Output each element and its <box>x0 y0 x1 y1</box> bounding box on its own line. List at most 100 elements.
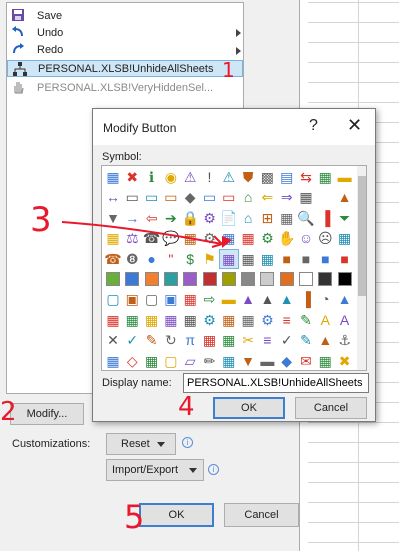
symbol-cell-icon[interactable]: ▦ <box>181 311 199 329</box>
symbol-cell-icon[interactable]: ▦ <box>143 352 161 370</box>
symbol-cell-icon[interactable]: ⛊ <box>239 168 257 186</box>
symbol-cell-icon[interactable]: 🔍 <box>297 209 315 227</box>
symbol-cell-icon[interactable]: ▼ <box>104 209 122 227</box>
symbol-cell-icon[interactable] <box>239 270 257 288</box>
symbol-cell-icon[interactable]: ▦ <box>104 352 122 370</box>
symbol-cell-icon[interactable]: ▦ <box>220 311 238 329</box>
symbol-cell-icon[interactable]: ⇨ <box>201 290 219 308</box>
modify-button[interactable]: Modify... <box>10 403 84 425</box>
symbol-cell-icon[interactable] <box>220 270 238 288</box>
symbol-cell-icon[interactable]: ✉ <box>297 352 315 370</box>
symbol-cell-icon[interactable]: ◆ <box>181 188 199 206</box>
dialog-ok-button[interactable]: OK <box>213 397 285 419</box>
symbol-cell-icon[interactable] <box>278 270 296 288</box>
symbol-cell-icon[interactable] <box>316 270 334 288</box>
symbol-cell-icon[interactable]: ▩ <box>258 168 276 186</box>
info-icon[interactable]: i <box>182 437 193 448</box>
symbol-cell-icon[interactable]: ✕ <box>104 331 122 349</box>
import-export-dropdown-button[interactable]: Import/Export <box>106 459 204 481</box>
symbol-cell-icon[interactable]: ❽ <box>123 250 141 268</box>
symbol-cell-icon[interactable]: ⇆ <box>297 168 315 186</box>
symbol-cell-icon[interactable]: ⚙ <box>258 311 276 329</box>
symbol-cell-icon[interactable]: ▣ <box>123 290 141 308</box>
symbol-cell-icon[interactable]: 📄 <box>220 209 238 227</box>
symbol-cell-icon[interactable] <box>162 270 180 288</box>
symbol-cell-icon[interactable]: ▦ <box>220 352 238 370</box>
symbol-cell-icon[interactable]: ⏷ <box>336 209 354 227</box>
symbol-cell-icon[interactable]: ▭ <box>162 188 180 206</box>
info-icon[interactable]: i <box>208 464 219 475</box>
symbol-cell-icon[interactable]: ⚓ <box>336 331 354 349</box>
symbol-cell-icon[interactable]: ≡ <box>258 331 276 349</box>
symbol-cell-icon[interactable]: ▤ <box>278 168 296 186</box>
list-item[interactable]: Undo <box>7 24 243 41</box>
symbol-cell-icon[interactable]: ▦ <box>181 229 199 247</box>
symbol-cell-icon[interactable]: ⚙ <box>201 209 219 227</box>
symbol-cell-icon[interactable]: ≡ <box>278 311 296 329</box>
symbol-cell-icon[interactable]: ■ <box>278 250 296 268</box>
symbol-cell-icon[interactable]: ✋ <box>278 229 296 247</box>
symbol-cell-icon[interactable] <box>201 270 219 288</box>
symbol-cell-icon[interactable]: ⚑ <box>201 250 219 268</box>
symbol-cell-icon[interactable]: ✂ <box>239 331 257 349</box>
symbol-cell-icon[interactable]: ▐ <box>297 290 315 308</box>
display-name-input[interactable] <box>183 373 369 393</box>
symbol-cell-icon[interactable]: ⚖ <box>123 229 141 247</box>
symbol-cell-icon[interactable]: A <box>316 311 334 329</box>
symbol-cell-icon[interactable] <box>316 188 334 206</box>
symbol-cell-icon[interactable]: ▦ <box>316 352 334 370</box>
symbol-cell-icon[interactable]: ⊞ <box>258 209 276 227</box>
symbol-cell-icon[interactable]: ⚙ <box>201 229 219 247</box>
symbol-cell-icon[interactable]: ⇦ <box>143 209 161 227</box>
symbol-cell-icon[interactable]: ▱ <box>181 352 199 370</box>
symbol-cell-icon[interactable]: ▲ <box>258 290 276 308</box>
options-cancel-button[interactable]: Cancel <box>224 503 299 527</box>
symbol-cell-icon[interactable]: ▲ <box>336 290 354 308</box>
symbol-cell-icon[interactable] <box>297 270 315 288</box>
symbol-cell-icon[interactable]: ■ <box>336 250 354 268</box>
symbol-cell-icon[interactable]: ⚠ <box>220 168 238 186</box>
symbol-cell-icon[interactable]: ! <box>201 168 219 186</box>
symbol-cell-icon[interactable]: ▦ <box>239 311 257 329</box>
list-item-selected[interactable]: PERSONAL.XLSB!UnhideAllSheets <box>7 60 243 77</box>
symbol-cell-icon[interactable]: ▦ <box>220 229 238 247</box>
symbol-cell-icon[interactable]: ◉ <box>162 168 180 186</box>
list-item[interactable]: Redo <box>7 41 243 58</box>
symbol-cell-icon[interactable]: ▦ <box>278 209 296 227</box>
symbol-cell-icon[interactable]: ▬ <box>336 168 354 186</box>
symbol-cell-icon[interactable]: ✏ <box>201 352 219 370</box>
symbol-cell-icon[interactable]: ✎ <box>297 331 315 349</box>
symbol-cell-icon[interactable]: ▦ <box>104 311 122 329</box>
symbol-cell-icon[interactable]: ℹ <box>143 168 161 186</box>
symbol-cell-icon[interactable]: ✎ <box>143 331 161 349</box>
close-icon[interactable]: ✕ <box>347 115 362 136</box>
symbol-cell-icon[interactable]: ▼ <box>239 352 257 370</box>
symbol-cell-icon[interactable]: ▦ <box>201 331 219 349</box>
symbol-cell-icon[interactable]: ▦ <box>297 188 315 206</box>
symbol-cell-selected-icon[interactable]: ▦ <box>218 248 239 269</box>
symbol-cell-icon[interactable]: ▭ <box>220 188 238 206</box>
symbol-cell-icon[interactable] <box>104 270 122 288</box>
symbol-grid-scrollbar[interactable] <box>357 166 366 370</box>
symbol-cell-icon[interactable]: ▭ <box>201 188 219 206</box>
symbol-cell-icon[interactable]: ⌂ <box>239 188 257 206</box>
symbol-cell-icon[interactable]: ✓ <box>123 331 141 349</box>
symbol-cell-icon[interactable]: ▲ <box>239 290 257 308</box>
symbol-cell-icon[interactable]: $ <box>181 250 199 268</box>
symbol-cell-icon[interactable]: ⚙ <box>201 311 219 329</box>
list-item[interactable]: Save <box>7 7 243 24</box>
symbol-cell-icon[interactable]: ⌂ <box>239 209 257 227</box>
symbol-cell-icon[interactable]: ▢ <box>162 352 180 370</box>
symbol-cell-icon[interactable]: ▦ <box>316 168 334 186</box>
symbol-cell-icon[interactable]: ◆ <box>278 352 296 370</box>
symbol-cell-icon[interactable]: ⇐ <box>258 188 276 206</box>
symbol-cell-icon[interactable]: π <box>181 331 199 349</box>
symbol-cell-icon[interactable] <box>123 270 141 288</box>
symbol-cell-icon[interactable]: ⇒ <box>278 188 296 206</box>
symbol-cell-icon[interactable]: 💬 <box>162 229 180 247</box>
symbol-cell-icon[interactable]: ↻ <box>162 331 180 349</box>
dialog-cancel-button[interactable]: Cancel <box>295 397 367 419</box>
symbol-cell-icon[interactable]: ✖ <box>123 168 141 186</box>
symbol-cell-icon[interactable]: A <box>336 311 354 329</box>
symbol-cell-icon[interactable]: ▭ <box>143 188 161 206</box>
